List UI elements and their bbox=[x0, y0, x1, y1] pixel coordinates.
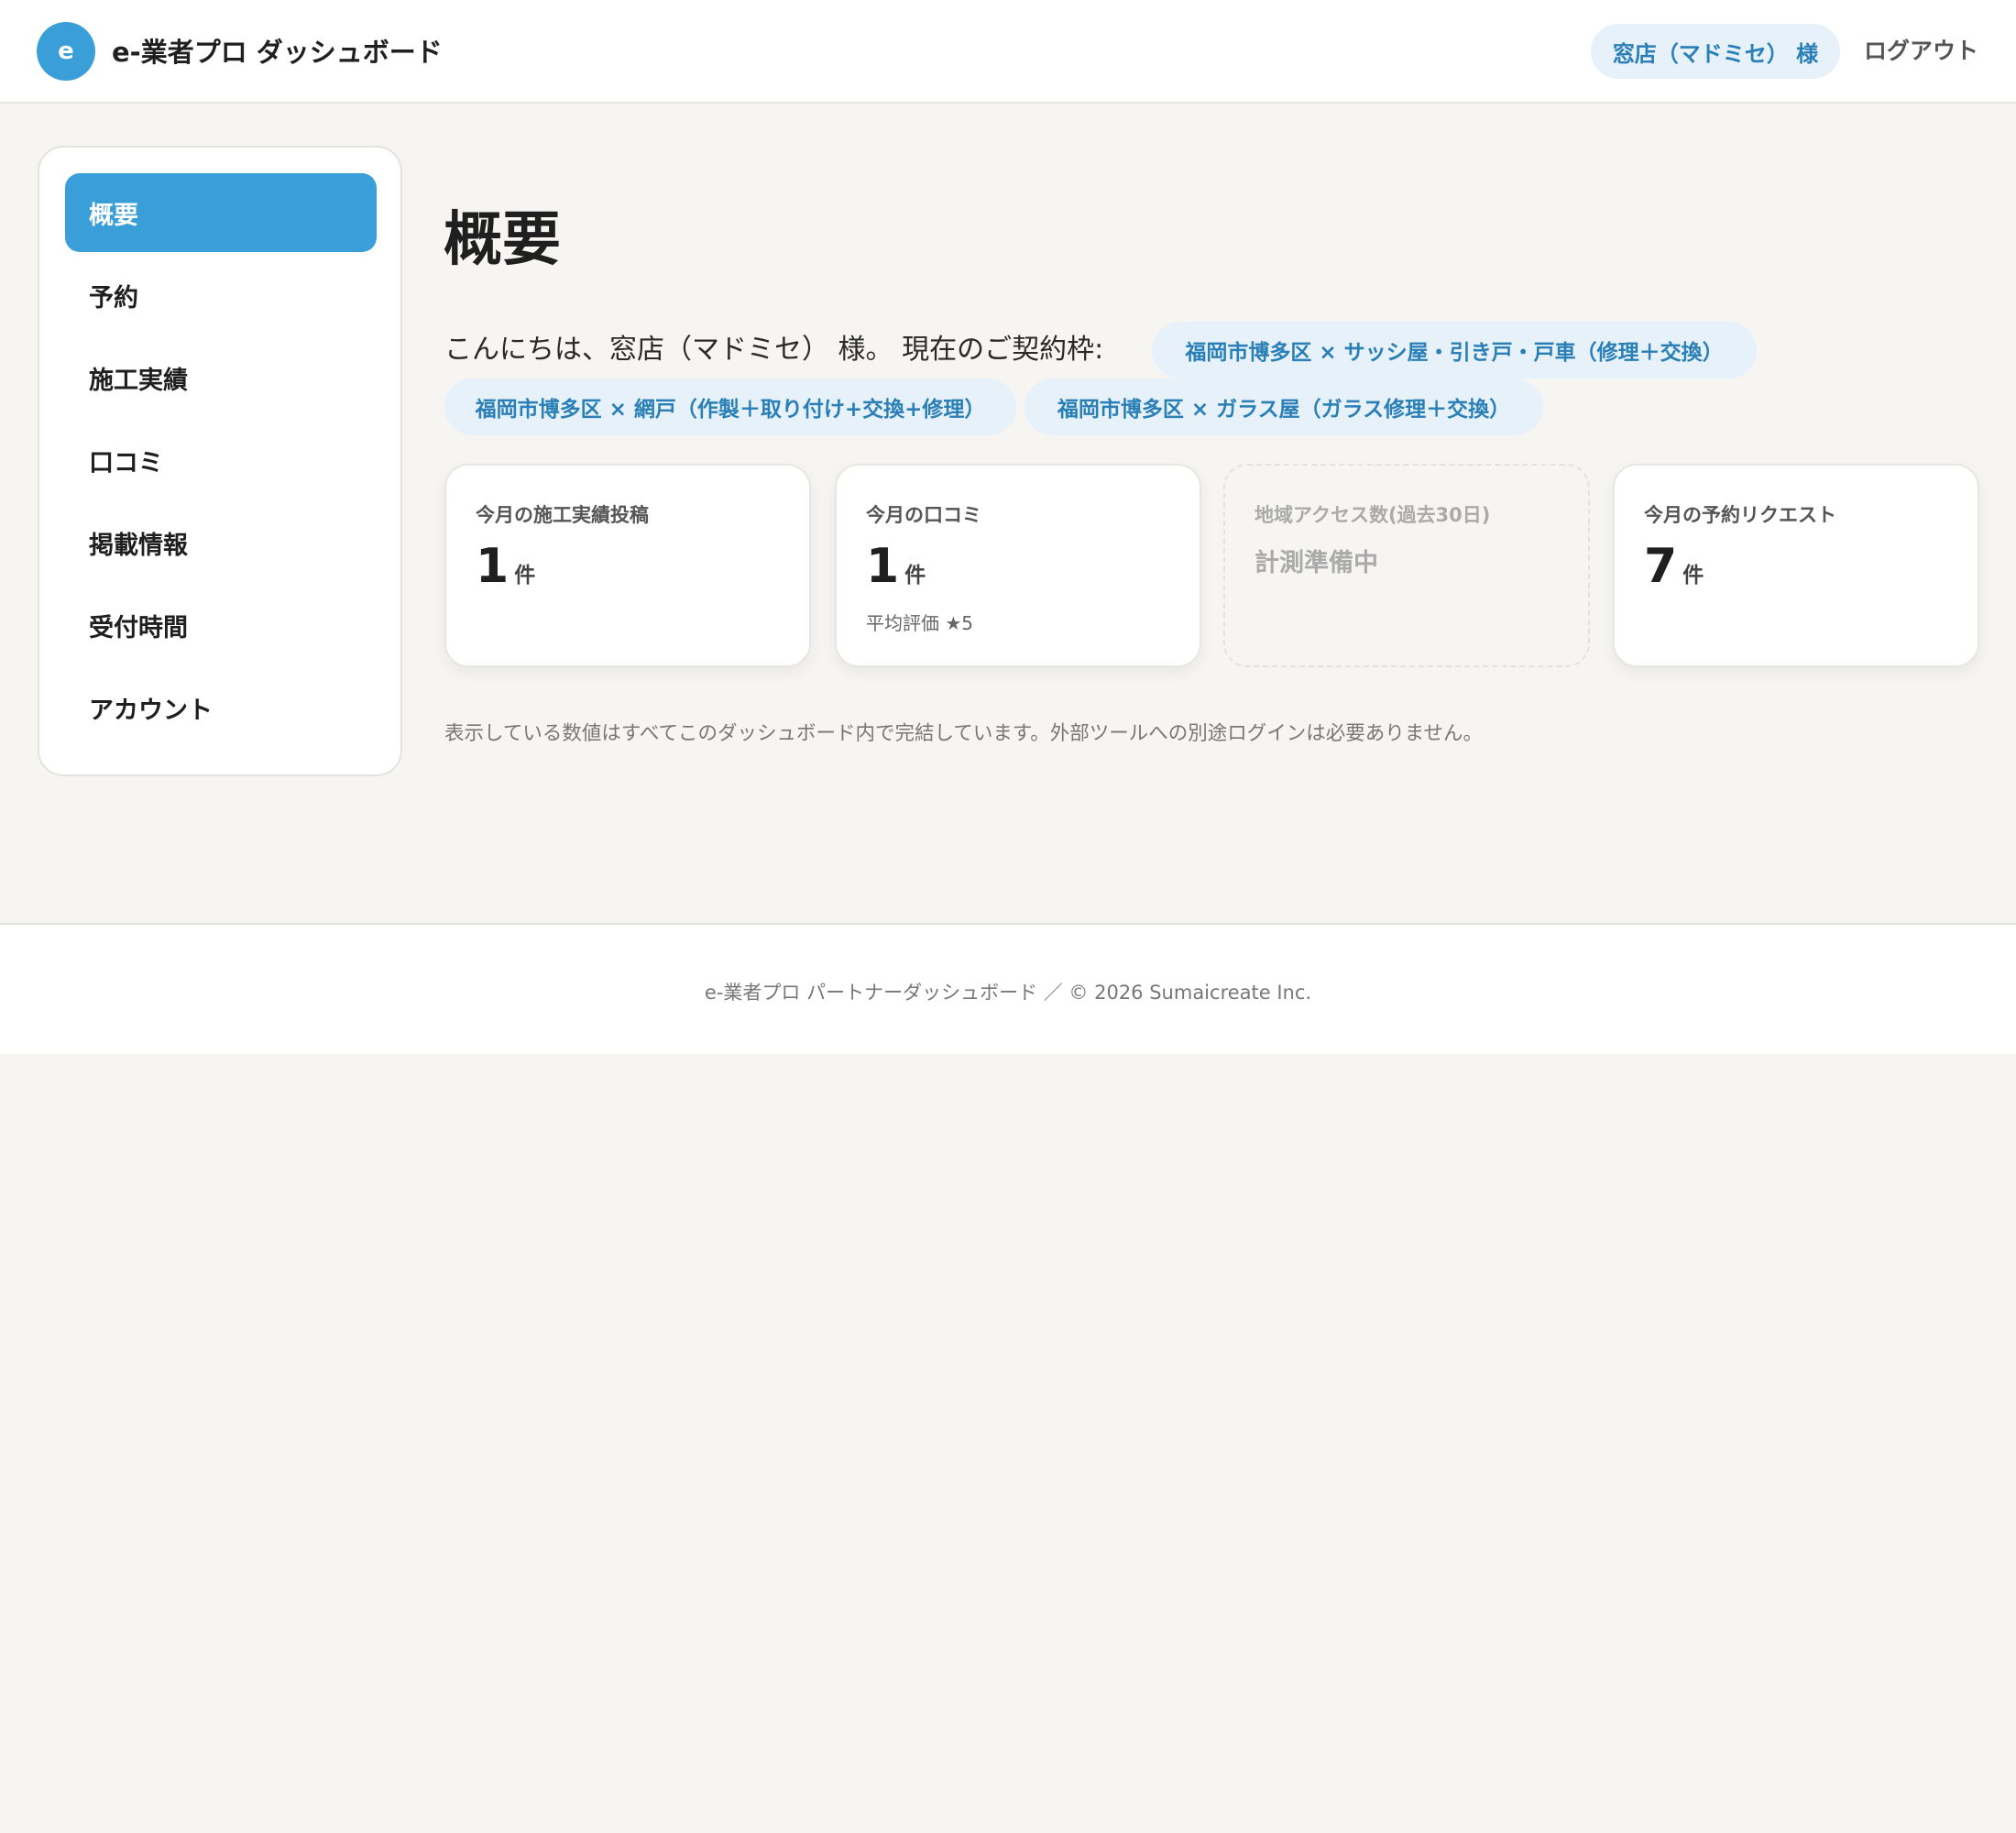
page-title: 概要 bbox=[444, 206, 561, 274]
stat-label: 今月の予約リクエスト bbox=[1644, 504, 1836, 526]
stat-pending-status: 計測準備中 bbox=[1255, 549, 1378, 577]
stat-card-requests: 今月の予約リクエスト 7件 bbox=[1613, 464, 1979, 667]
stat-number: 1 bbox=[476, 539, 509, 594]
stat-unit: 件 bbox=[1682, 564, 1704, 587]
sidebar-item-overview[interactable]: 概要 bbox=[65, 173, 377, 252]
stat-card-access: 地域アクセス数(過去30日) 計測準備中 bbox=[1223, 464, 1590, 667]
stat-number: 7 bbox=[1644, 539, 1678, 594]
stat-label: 今月の施工実績投稿 bbox=[476, 504, 649, 526]
stat-value: 1件 bbox=[476, 539, 535, 594]
sidebar-item-account[interactable]: アカウント bbox=[65, 668, 377, 747]
logo[interactable]: e bbox=[37, 22, 95, 81]
contract-tag: 福岡市博多区 × 網戸（作製＋取り付け+交換+修理） bbox=[444, 379, 1016, 435]
sidebar-item-hours[interactable]: 受付時間 bbox=[65, 586, 377, 664]
sidebar-item-listing[interactable]: 掲載情報 bbox=[65, 503, 377, 582]
sidebar-nav: 概要 予約 施工実績 口コミ 掲載情報 受付時間 アカウント bbox=[38, 146, 402, 776]
sidebar-item-reservations[interactable]: 予約 bbox=[65, 256, 377, 335]
logout-link[interactable]: ログアウト bbox=[1864, 33, 1978, 66]
info-note: 表示している数値はすべてこのダッシュボード内で完結しています。外部ツールへの別途… bbox=[444, 722, 1484, 745]
stat-card-works: 今月の施工実績投稿 1件 bbox=[444, 464, 811, 667]
footer-copyright: e-業者プロ パートナーダッシュボード ／ © 2026 Sumaicreate… bbox=[704, 982, 1312, 1004]
page-footer: e-業者プロ パートナーダッシュボード ／ © 2026 Sumaicreate… bbox=[0, 923, 2016, 1054]
top-header: e e-業者プロ ダッシュボード 窓店（マドミセ） 様 ログアウト bbox=[0, 0, 2016, 104]
average-rating: 平均評価 ★5 bbox=[866, 612, 974, 634]
app-title: e-業者プロ ダッシュボード bbox=[112, 37, 443, 68]
greeting-text: こんにちは、窓店（マドミセ） 様。 現在のご契約枠: bbox=[444, 334, 1104, 366]
stat-value: 1件 bbox=[866, 539, 926, 594]
stat-unit: 件 bbox=[514, 564, 536, 587]
stat-value: 7件 bbox=[1644, 539, 1704, 594]
stat-unit: 件 bbox=[904, 564, 926, 587]
contract-tag: 福岡市博多区 × サッシ屋・引き戸・戸車（修理＋交換） bbox=[1152, 322, 1757, 379]
sidebar-item-reviews[interactable]: 口コミ bbox=[65, 421, 377, 499]
stat-card-reviews: 今月の口コミ 1件 平均評価 ★5 bbox=[835, 464, 1201, 667]
stat-label: 今月の口コミ bbox=[866, 504, 981, 526]
stat-label: 地域アクセス数(過去30日) bbox=[1255, 504, 1491, 526]
user-badge[interactable]: 窓店（マドミセ） 様 bbox=[1591, 24, 1840, 79]
stat-number: 1 bbox=[866, 539, 900, 594]
contract-tag: 福岡市博多区 × ガラス屋（ガラス修理＋交換） bbox=[1024, 379, 1543, 435]
sidebar-item-works[interactable]: 施工実績 bbox=[65, 338, 377, 417]
